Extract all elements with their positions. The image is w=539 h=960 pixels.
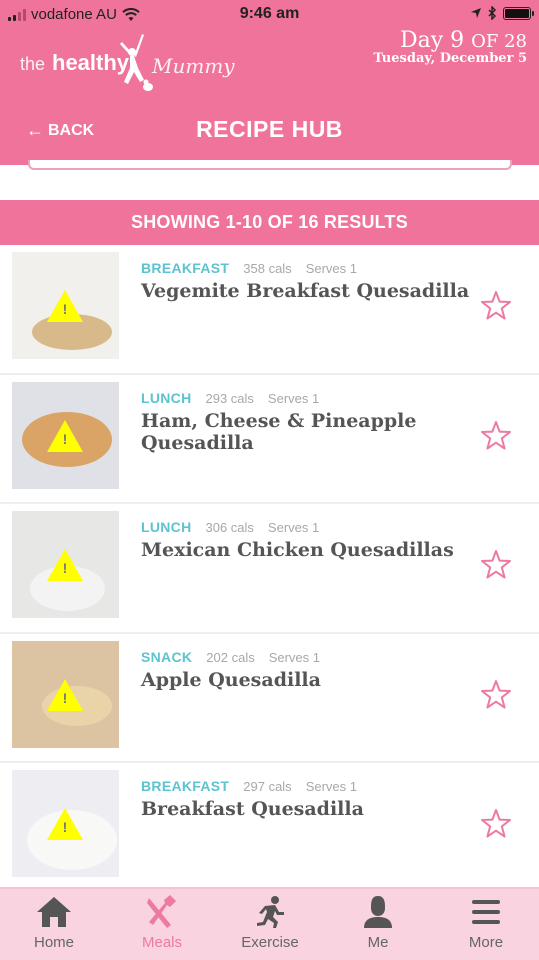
recipe-category: LUNCH [141, 519, 192, 535]
tab-more[interactable]: More [432, 895, 539, 951]
bluetooth-icon [488, 6, 497, 20]
recipe-category: BREAKFAST [141, 778, 230, 794]
recipe-list-item[interactable]: ! BREAKFAST 297 cals Serves 1 Breakfast … [0, 763, 539, 893]
tab-label: Meals [141, 934, 182, 951]
clock: 9:46 am [239, 5, 300, 22]
recipe-category: SNACK [141, 648, 193, 665]
page-title: RECIPE HUB [196, 116, 343, 142]
recipe-list-item[interactable]: ! BREAKFAST 358 cals Serves 1 Vegemite B… [0, 245, 539, 375]
battery-icon [503, 6, 534, 20]
favorite-star-icon[interactable] [479, 419, 513, 453]
jumping-mum-icon [120, 34, 153, 91]
menu-icon [472, 900, 500, 924]
home-icon [37, 897, 71, 927]
recipe-calories: 297 cals [243, 779, 292, 794]
nav-bar: ← BACK RECIPE HUB [0, 110, 539, 150]
recipe-serves: Serves 1 [267, 390, 320, 406]
person-icon [364, 896, 392, 928]
recipe-thumbnail: ! [12, 381, 119, 489]
recipe-title[interactable]: Apple Quesadilla [141, 669, 481, 691]
app-header: vodafone AU 9:46 am the healthy Mummy Da… [0, 0, 539, 165]
recipe-title[interactable]: Ham, Cheese & Pineapple Quesadilla [141, 410, 481, 454]
status-bar: vodafone AU 9:46 am [0, 0, 539, 30]
tab-exercise[interactable]: Exercise [216, 895, 324, 951]
recipe-serves: Serves 1 [305, 779, 357, 794]
recipe-thumbnail: ! [12, 640, 119, 748]
results-summary: SHOWING 1-10 OF 16 RESULTS [0, 200, 539, 245]
location-icon [471, 8, 481, 18]
recipe-calories: 358 cals [243, 261, 292, 276]
favorite-star-icon[interactable] [479, 678, 513, 712]
search-field[interactable] [28, 160, 512, 170]
recipe-serves: Serves 1 [268, 649, 321, 665]
recipe-thumbnail: ! [12, 511, 119, 618]
tab-label: More [468, 934, 504, 951]
utensils-icon [147, 895, 176, 928]
recipe-calories: 306 cals [205, 520, 254, 535]
recipe-category: LUNCH [141, 389, 192, 406]
logo-text-the: the [20, 54, 46, 74]
tab-label: Me [367, 934, 389, 951]
recipe-title[interactable]: Breakfast Quesadilla [141, 798, 481, 820]
recipe-list-item[interactable]: ! SNACK 202 cals Serves 1 Apple Quesadil… [0, 633, 539, 763]
recipe-list: ! BREAKFAST 358 cals Serves 1 Vegemite B… [0, 245, 539, 893]
tab-label: Home [33, 934, 74, 951]
recipe-title[interactable]: Mexican Chicken Quesadillas [141, 539, 481, 561]
recipe-serves: Serves 1 [305, 261, 357, 276]
day-total: OF 28 [471, 31, 527, 52]
recipe-calories: 293 cals [205, 390, 254, 406]
recipe-list-item[interactable]: ! LUNCH 306 cals Serves 1 Mexican Chicke… [0, 504, 539, 634]
tab-bar: Home Meals Exercise Me More [0, 887, 539, 960]
recipe-category: BREAKFAST [141, 260, 230, 276]
tab-home[interactable]: Home [0, 895, 108, 951]
day-label: Day 9 [399, 28, 465, 53]
recipe-calories: 202 cals [206, 649, 255, 665]
recipe-list-item[interactable]: ! LUNCH 293 cals Serves 1 Ham, Cheese & … [0, 374, 539, 504]
current-date: Tuesday, December 5 [373, 51, 527, 66]
logo-text-mummy: Mummy [152, 54, 235, 78]
recipe-serves: Serves 1 [267, 520, 320, 535]
app-logo: the healthy Mummy [20, 32, 250, 92]
tab-meals[interactable]: Meals [108, 895, 216, 951]
recipe-title[interactable]: Vegemite Breakfast Quesadilla [141, 280, 481, 302]
favorite-star-icon[interactable] [479, 548, 513, 582]
running-icon [257, 896, 284, 928]
favorite-star-icon[interactable] [479, 289, 513, 323]
recipe-thumbnail: ! [12, 770, 119, 877]
recipe-thumbnail: ! [12, 252, 119, 359]
favorite-star-icon[interactable] [479, 807, 513, 841]
program-day-info: Day 9 OF 28 Tuesday, December 5 [373, 28, 527, 66]
tab-me[interactable]: Me [324, 895, 432, 951]
tab-label: Exercise [241, 934, 299, 951]
